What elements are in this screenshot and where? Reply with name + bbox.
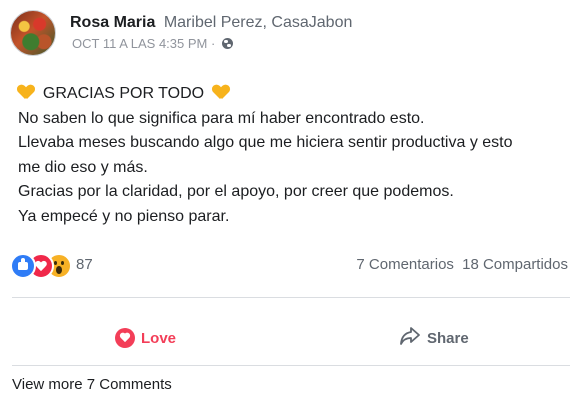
yellow-heart-icon: [18, 85, 34, 99]
divider: [12, 365, 570, 366]
view-more-comments-link[interactable]: View more 7 Comments: [12, 376, 172, 393]
reaction-count[interactable]: 87: [76, 256, 93, 273]
post-heading: GRACIAS POR TODO: [42, 85, 205, 102]
love-icon: [115, 328, 135, 348]
comments-count[interactable]: 7 Comentarios: [356, 256, 454, 273]
meta-separator: ·: [211, 36, 216, 51]
love-button[interactable]: Love: [115, 320, 176, 356]
post-author-line: Rosa Maria Maribel Perez, CasaJabon: [70, 14, 352, 32]
share-button-label: Share: [427, 329, 469, 347]
love-button-label: Love: [141, 329, 177, 347]
globe-icon[interactable]: [221, 38, 233, 49]
shares-count[interactable]: 18 Compartidos: [462, 256, 568, 273]
group-name[interactable]: Maribel Perez, CasaJabon: [164, 14, 353, 31]
post-timestamp[interactable]: OCT 11 A LAS 4:35 PM: [72, 36, 207, 51]
post-header: Rosa Maria Maribel Perez, CasaJabon OCT …: [10, 10, 570, 56]
post-line: Ya empecé y no pienso parar.: [18, 207, 230, 225]
divider: [12, 297, 570, 298]
author-avatar[interactable]: [10, 10, 56, 56]
author-name[interactable]: Rosa Maria: [70, 14, 155, 31]
post-stats: 7 Comentarios 18 Compartidos: [356, 256, 568, 273]
post-meta: OCT 11 A LAS 4:35 PM ·: [72, 36, 233, 51]
post-line: me dio eso y más.: [18, 158, 148, 176]
share-button[interactable]: Share: [399, 320, 469, 356]
yellow-heart-icon: [213, 85, 229, 99]
post-text: GRACIAS POR TODO No saben lo que signifi…: [18, 82, 568, 229]
like-icon: [10, 253, 36, 279]
post-line: No saben lo que significa para mí haber …: [18, 109, 425, 127]
share-icon: [399, 326, 421, 350]
post-heading-line: GRACIAS POR TODO: [18, 82, 568, 107]
post-line: Llevaba meses buscando algo que me hicie…: [18, 134, 513, 151]
post-line: Gracias por la claridad, por el apoyo, p…: [18, 183, 454, 200]
